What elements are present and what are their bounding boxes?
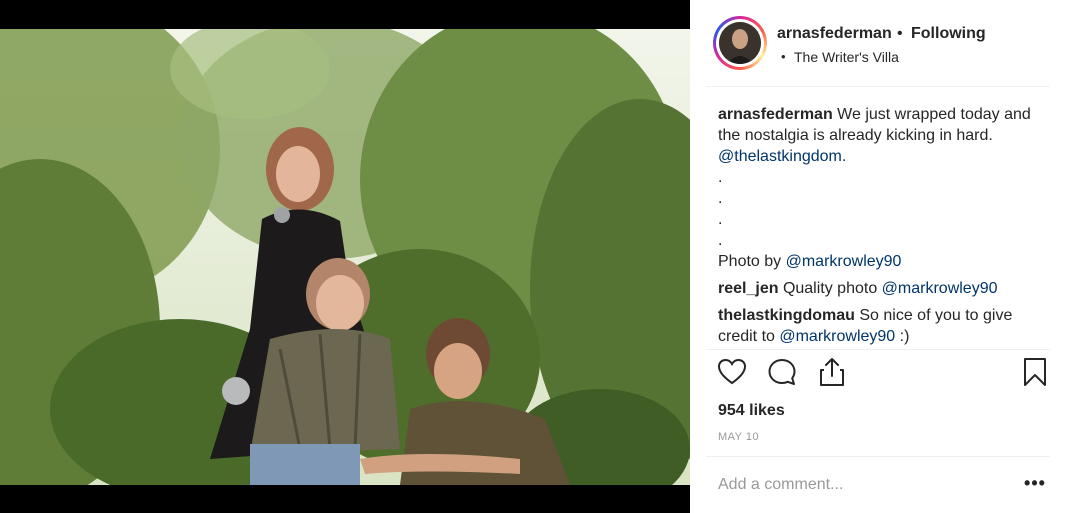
comments-divider bbox=[706, 349, 1050, 350]
post-sidebar: arnasfederman • Following • The Writer's… bbox=[690, 0, 1073, 513]
caption-credit: Photo by bbox=[718, 253, 786, 270]
bookmark-icon bbox=[1024, 358, 1046, 386]
more-options-icon: ••• bbox=[1024, 473, 1046, 493]
following-button[interactable]: Following bbox=[911, 25, 986, 43]
story-ring[interactable] bbox=[713, 16, 767, 70]
like-button[interactable] bbox=[716, 356, 750, 390]
input-divider bbox=[706, 456, 1050, 457]
caption-username[interactable]: arnasfederman bbox=[718, 106, 833, 123]
username-link[interactable]: arnasfederman bbox=[777, 25, 892, 43]
likes-count[interactable]: 954 likes bbox=[718, 402, 785, 420]
post-photo[interactable] bbox=[0, 29, 690, 485]
post-media bbox=[0, 0, 690, 513]
comment-button[interactable] bbox=[766, 356, 800, 390]
comment-suffix: :) bbox=[895, 328, 910, 345]
caption-dot: . bbox=[718, 169, 723, 186]
comment-mention[interactable]: @markrowley90 bbox=[882, 280, 998, 297]
caption-mention[interactable]: @thelastkingdom bbox=[718, 148, 842, 165]
comment-username[interactable]: thelastkingdomau bbox=[718, 307, 855, 324]
heart-icon bbox=[717, 358, 747, 385]
avatar[interactable] bbox=[719, 22, 761, 64]
comment-bubble-icon bbox=[768, 359, 796, 385]
caption-dot: . bbox=[718, 211, 723, 228]
comment-mention[interactable]: @markrowley90 bbox=[779, 328, 895, 345]
comment-text: Quality photo bbox=[782, 280, 882, 297]
avatar-frame bbox=[716, 19, 764, 67]
post-date[interactable]: MAY 10 bbox=[718, 431, 759, 443]
action-bar bbox=[690, 356, 1073, 396]
caption: arnasfederman We just wrapped today and … bbox=[718, 104, 1048, 272]
comment-input[interactable] bbox=[718, 474, 1008, 496]
share-icon bbox=[820, 358, 844, 386]
caption-mention-suffix: . bbox=[841, 148, 847, 165]
comments-list[interactable]: arnasfederman We just wrapped today and … bbox=[718, 104, 1048, 348]
caption-dot: . bbox=[718, 190, 723, 207]
header-divider bbox=[706, 86, 1050, 87]
save-button[interactable] bbox=[1019, 356, 1053, 390]
separator-dot: • bbox=[897, 25, 903, 42]
comment-username[interactable]: reel_jen bbox=[718, 280, 778, 297]
share-button[interactable] bbox=[816, 356, 850, 390]
location-link[interactable]: The Writer's Villa bbox=[794, 49, 899, 65]
more-options-button[interactable]: ••• bbox=[1020, 473, 1050, 496]
photo-scene bbox=[0, 29, 690, 485]
location-bullet: • bbox=[781, 49, 786, 64]
caption-credit-mention[interactable]: @markrowley90 bbox=[786, 253, 902, 270]
comment-item: reel_jen Quality photo @markrowley90 bbox=[718, 278, 1048, 299]
caption-dot: . bbox=[718, 232, 723, 249]
comment-item: thelastkingdomau So nice of you to give … bbox=[718, 305, 1048, 347]
post-header: arnasfederman • Following • The Writer's… bbox=[690, 0, 1073, 86]
avatar-image bbox=[719, 22, 761, 64]
